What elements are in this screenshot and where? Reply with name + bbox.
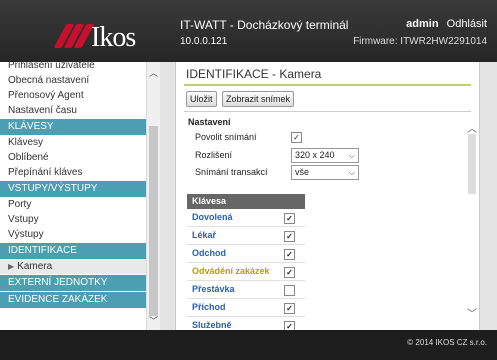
chevron-up-icon[interactable]: ︿ bbox=[467, 120, 477, 135]
sidebar-item-agent[interactable]: Přenosový Agent bbox=[0, 88, 146, 103]
key-checkbox[interactable] bbox=[284, 285, 295, 296]
key-label: Odchod bbox=[192, 248, 226, 258]
transaction-capture-label: Snímání transakcí bbox=[195, 167, 268, 177]
chevron-down-icon[interactable]: ﹀ bbox=[149, 314, 158, 327]
chevron-down-icon: ⌵ bbox=[348, 168, 355, 177]
resolution-value: 320 x 240 bbox=[295, 150, 335, 160]
key-checkbox[interactable]: ✓ bbox=[284, 267, 295, 278]
sidebar-group-orders[interactable]: EVIDENCE ZAKÁZEK bbox=[0, 292, 146, 308]
sidebar-scrollbar[interactable]: ︿ ﹀ bbox=[146, 62, 160, 330]
sidebar-item-outputs[interactable]: Výstupy bbox=[0, 227, 146, 242]
table-row: Odvádění zakázek ✓ bbox=[187, 263, 305, 281]
top-bar: Ikos IT-WATT - Docházkový terminál 10.0.… bbox=[0, 0, 497, 62]
sidebar-item-time[interactable]: Nastavení času bbox=[0, 103, 146, 118]
copyright: © 2014 IKOS CZ s.r.o. bbox=[407, 338, 487, 347]
title-underline bbox=[184, 84, 471, 86]
key-label: Příchod bbox=[192, 302, 226, 312]
ikos-logo: Ikos bbox=[40, 20, 160, 56]
key-checkbox[interactable]: ✓ bbox=[284, 249, 295, 260]
table-row: Přestávka bbox=[187, 281, 305, 299]
sidebar-item-key-switch[interactable]: Přepínání kláves bbox=[0, 165, 146, 180]
sidebar-item-inputs[interactable]: Vstupy bbox=[0, 212, 146, 227]
sidebar-group-identification[interactable]: IDENTIFIKACE bbox=[0, 243, 146, 259]
logo-text: Ikos bbox=[91, 22, 136, 53]
chevron-down-icon: ⌵ bbox=[348, 151, 355, 160]
sidebar-item-camera-label: Kamera bbox=[17, 261, 53, 272]
sidebar-group-io[interactable]: VSTUPY/VÝSTUPY bbox=[0, 181, 146, 197]
sidebar-item-login[interactable]: Přihlášení uživatele bbox=[0, 62, 146, 73]
logout-link[interactable]: Odhlásit bbox=[447, 18, 487, 30]
key-label: Odvádění zakázek bbox=[192, 266, 270, 276]
sidebar-item-camera[interactable]: ▶ Kamera bbox=[0, 259, 146, 274]
key-checkbox[interactable]: ✓ bbox=[284, 213, 295, 224]
key-checkbox[interactable]: ✓ bbox=[284, 303, 295, 314]
triangle-right-icon: ▶ bbox=[8, 262, 15, 271]
resolution-select[interactable]: 320 x 240 ⌵ bbox=[291, 148, 359, 163]
user-area: admin Odhlásit bbox=[406, 18, 487, 30]
sidebar-item-ports[interactable]: Porty bbox=[0, 197, 146, 212]
sidebar: Přihlášení uživatele Obecná nastavení Př… bbox=[0, 62, 160, 330]
device-ip: 10.0.0.121 bbox=[180, 36, 228, 47]
sidebar-item-general[interactable]: Obecná nastavení bbox=[0, 73, 146, 88]
content-panel: IDENTIFIKACE - Kamera Uložit Zobrazit sn… bbox=[175, 62, 480, 335]
app-title: IT-WATT - Docházkový terminál bbox=[180, 18, 349, 32]
chevron-down-icon[interactable]: ﹀ bbox=[467, 305, 477, 320]
sidebar-menu: Přihlášení uživatele Obecná nastavení Př… bbox=[0, 62, 146, 308]
chevron-up-icon[interactable]: ︿ bbox=[149, 66, 158, 79]
sidebar-scroll-thumb[interactable] bbox=[149, 126, 158, 316]
transaction-capture-value: vše bbox=[295, 167, 310, 177]
enable-capture-checkbox[interactable]: ✓ bbox=[291, 132, 302, 143]
key-label: Služebně bbox=[192, 320, 232, 330]
section-title: Nastavení bbox=[188, 117, 231, 127]
sidebar-group-external-units[interactable]: EXTERNÍ JEDNOTKY bbox=[0, 275, 146, 291]
divider bbox=[184, 111, 471, 112]
table-row: Lékař ✓ bbox=[187, 227, 305, 245]
footer: © 2014 IKOS CZ s.r.o. bbox=[0, 330, 497, 360]
username: admin bbox=[406, 18, 439, 30]
sidebar-group-keys[interactable]: KLÁVESY bbox=[0, 119, 146, 135]
panel-scroll-thumb[interactable] bbox=[468, 134, 476, 194]
key-label: Dovolená bbox=[192, 212, 233, 222]
table-row: Odchod ✓ bbox=[187, 245, 305, 263]
table-header: Klávesa bbox=[187, 194, 305, 209]
sidebar-item-favorites[interactable]: Oblíbené bbox=[0, 150, 146, 165]
key-checkbox[interactable]: ✓ bbox=[284, 231, 295, 242]
keys-table-body: Dovolená ✓ Lékař ✓ Odchod ✓ Odvádění zakázek ✓ P… bbox=[187, 209, 305, 335]
table-row: Dovolená ✓ bbox=[187, 209, 305, 227]
enable-capture-label: Povolit snímání bbox=[195, 132, 257, 142]
key-label: Přestávka bbox=[192, 284, 235, 294]
save-button[interactable]: Uložit bbox=[186, 91, 217, 107]
sidebar-item-keys[interactable]: Klávesy bbox=[0, 135, 146, 150]
key-label: Lékař bbox=[192, 230, 217, 240]
panel-scrollbar[interactable]: ︿ ﹀ bbox=[467, 120, 477, 320]
show-snapshot-button[interactable]: Zobrazit snímek bbox=[222, 91, 295, 107]
page-title: IDENTIFIKACE - Kamera bbox=[186, 67, 322, 81]
table-row: Příchod ✓ bbox=[187, 299, 305, 317]
resolution-label: Rozlišení bbox=[195, 150, 233, 160]
firmware-version: Firmware: ITWR2HW2291014 bbox=[353, 36, 487, 47]
transaction-capture-select[interactable]: vše ⌵ bbox=[291, 165, 359, 180]
main-area: IDENTIFIKACE - Kamera Uložit Zobrazit sn… bbox=[160, 62, 497, 335]
keys-table: Klávesa Dovolená ✓ Lékař ✓ Odchod ✓ Odvádění z… bbox=[187, 194, 305, 335]
